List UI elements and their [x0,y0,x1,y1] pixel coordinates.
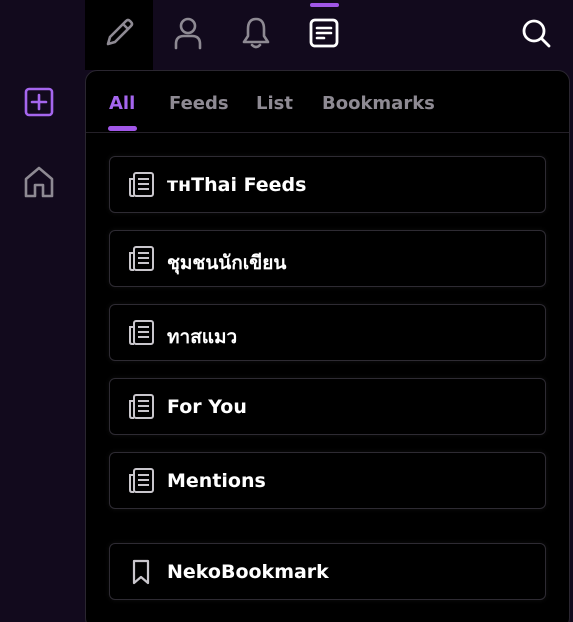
document-list-icon [308,17,340,53]
tab-feeds[interactable]: Feeds [169,93,229,114]
tab-active-indicator [108,126,137,131]
bookmark-item[interactable]: NekoBookmark [109,543,546,600]
compose-button[interactable] [85,0,153,70]
feed-item-label: For You [167,396,247,418]
bell-icon [240,16,272,54]
bookmark-icon [127,558,155,586]
active-nav-indicator [310,3,339,7]
search-icon [520,17,552,53]
tab-all[interactable]: All [109,93,135,114]
search-button[interactable] [502,0,570,70]
pencil-icon [102,16,136,54]
newspaper-icon [127,319,155,347]
tab-bookmarks[interactable]: Bookmarks [322,93,435,114]
newspaper-icon [127,467,155,495]
profile-button[interactable] [154,0,222,70]
home-icon [23,165,55,203]
tab-list[interactable]: List [256,93,293,114]
feed-item-label: ᴛʜThai Feeds [167,174,307,196]
feed-item[interactable]: Mentions [109,452,546,509]
app: All Feeds List Bookmarks ᴛʜThai Feeds ชุ… [0,0,573,622]
home-button[interactable] [19,164,59,204]
feed-item[interactable]: ᴛʜThai Feeds [109,156,546,213]
plus-square-icon [24,87,54,121]
feeds-nav-button[interactable] [290,0,358,70]
feed-item[interactable]: ชุมชนนักเขียน [109,230,546,287]
feed-item-label: Mentions [167,470,266,492]
feed-item-label: ชุมชนนักเขียน [167,252,287,274]
bookmark-item-label: NekoBookmark [167,561,329,583]
add-button[interactable] [19,84,59,124]
newspaper-icon [127,393,155,421]
notifications-button[interactable] [222,0,290,70]
newspaper-icon [127,245,155,273]
tab-bar: All Feeds List Bookmarks [86,71,569,133]
feeds-panel: All Feeds List Bookmarks ᴛʜThai Feeds ชุ… [85,70,570,622]
newspaper-icon [127,171,155,199]
feed-item-label: ทาสแมว [167,326,238,348]
feed-item[interactable]: For You [109,378,546,435]
user-icon [173,16,203,54]
feed-item[interactable]: ทาสแมว [109,304,546,361]
